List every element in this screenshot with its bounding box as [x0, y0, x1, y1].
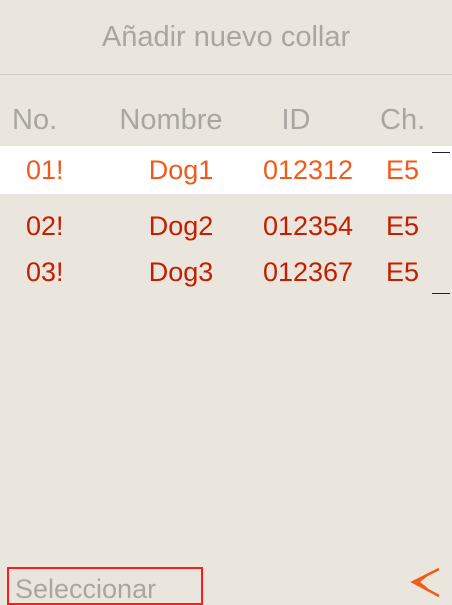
back-button[interactable] — [406, 565, 444, 600]
footer-bar: Seleccionar — [0, 560, 452, 605]
row-1-ch: E5 — [386, 155, 420, 185]
row-1-id: 012312 — [262, 155, 354, 185]
select-button[interactable]: Seleccionar — [7, 567, 203, 605]
row-3-id: 012367 — [262, 257, 354, 287]
row-3-no: 03! — [26, 257, 64, 287]
header-id: ID — [281, 104, 311, 136]
header-ch: Ch. — [380, 104, 426, 136]
list-range-top-marker — [432, 152, 450, 153]
row-3-ch: E5 — [386, 257, 420, 287]
table-row-3[interactable]: 03! Dog3 012367 E5 — [0, 248, 452, 296]
header-no: No. — [12, 104, 58, 136]
row-1-no: 01! — [26, 155, 64, 185]
back-double-chevron-icon — [410, 567, 440, 598]
row-2-id: 012354 — [262, 211, 354, 241]
collar-list-screen: Añadir nuevo collar No. Nombre ID Ch. 01… — [0, 0, 452, 605]
table-row-1[interactable]: 01! Dog1 012312 E5 — [0, 146, 452, 194]
table-header: No. Nombre ID Ch. — [0, 104, 452, 144]
page-title: Añadir nuevo collar — [0, 0, 452, 75]
list-range-bottom-marker — [432, 293, 450, 294]
table-row-2[interactable]: 02! Dog2 012354 E5 — [0, 202, 452, 250]
row-2-no: 02! — [26, 211, 64, 241]
row-2-ch: E5 — [386, 211, 420, 241]
header-name: Nombre — [119, 104, 223, 136]
